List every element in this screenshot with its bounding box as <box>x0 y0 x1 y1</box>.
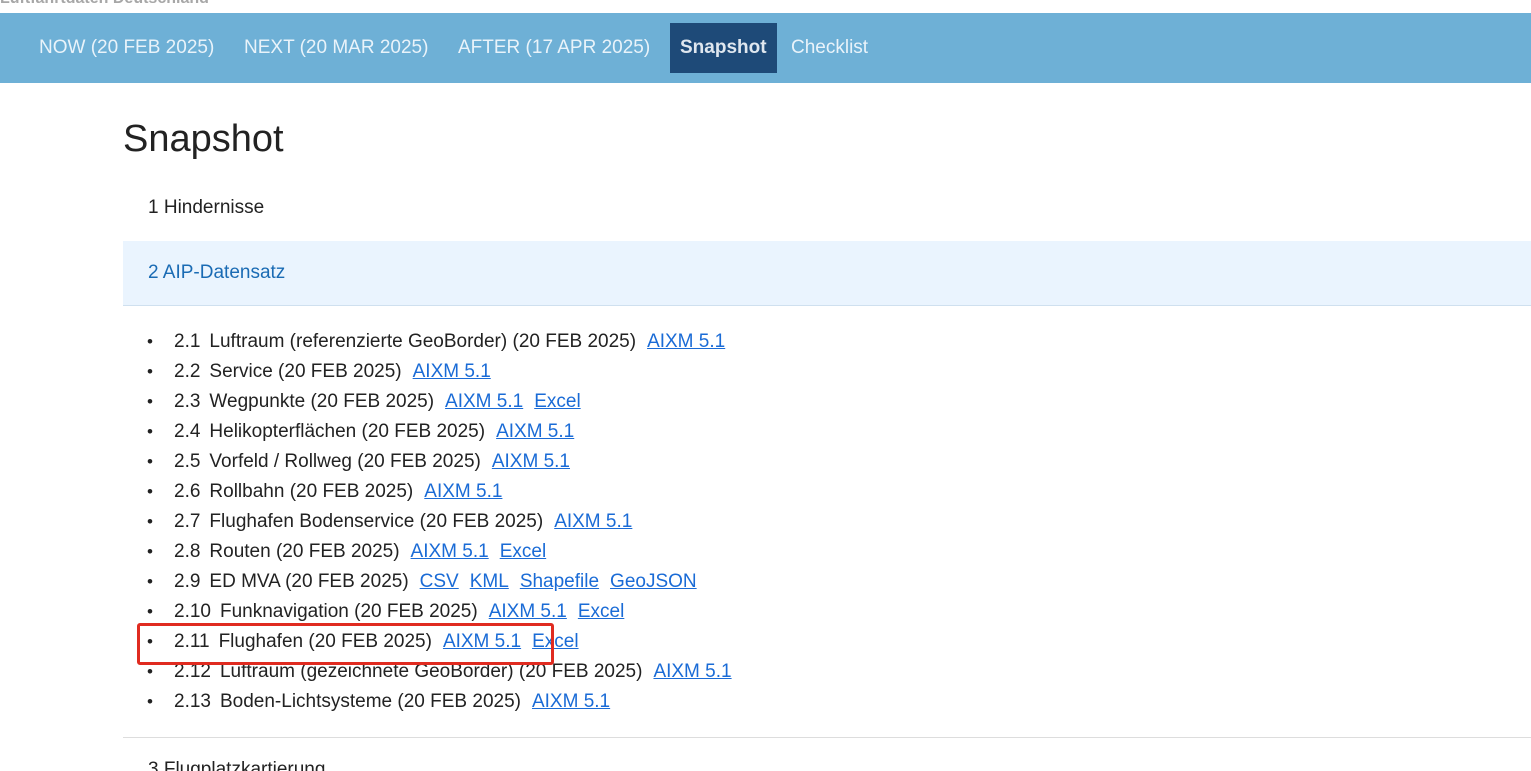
section-flugplatzkartierung[interactable]: 3 Flugplatzkartierung <box>123 737 1531 771</box>
dataset-number: 2.9 <box>174 571 201 592</box>
download-link-aixm-5-1[interactable]: AIXM 5.1 <box>443 631 521 652</box>
page-title: Snapshot <box>123 118 284 160</box>
dataset-name: Routen (20 FEB 2025) <box>209 541 400 562</box>
dataset-number: 2.12 <box>174 661 211 682</box>
dataset-item: • 2.6 Rollbahn (20 FEB 2025) AIXM 5.1 <box>123 477 732 507</box>
dataset-number: 2.6 <box>174 481 201 502</box>
bullet-icon: • <box>147 452 153 471</box>
download-link-aixm-5-1[interactable]: AIXM 5.1 <box>424 481 502 502</box>
dataset-item: • 2.3 Wegpunkte (20 FEB 2025) AIXM 5.1 Excel <box>123 387 732 417</box>
download-link-geojson[interactable]: GeoJSON <box>610 571 697 592</box>
download-link-excel[interactable]: Excel <box>500 541 546 562</box>
dataset-item: • 2.1 Luftraum (referenzierte GeoBorder) (… <box>123 327 732 357</box>
dataset-item: • 2.7 Flughafen Bodenservice (20 FEB 2025)… <box>123 507 732 537</box>
bullet-icon: • <box>147 422 153 441</box>
dataset-item: • 2.11 Flughafen (20 FEB 2025) AIXM 5.1 Exce… <box>123 627 732 657</box>
section-flugplatzkartierung-label: 3 Flugplatzkartierung <box>148 759 326 771</box>
bullet-icon: • <box>147 572 153 591</box>
dataset-number: 2.8 <box>174 541 201 562</box>
dataset-number: 2.7 <box>174 511 201 532</box>
dataset-name: ED MVA (20 FEB 2025) <box>209 571 409 592</box>
download-link-aixm-5-1[interactable]: AIXM 5.1 <box>445 391 523 412</box>
bullet-icon: • <box>147 392 153 411</box>
section-hindernisse[interactable]: 1 Hindernisse <box>123 180 1531 236</box>
download-link-aixm-5-1[interactable]: AIXM 5.1 <box>647 331 725 352</box>
dataset-item: • 2.2 Service (20 FEB 2025) AIXM 5.1 <box>123 357 732 387</box>
page: Luftfahrtdaten Deutschland NOW (20 FEB 2… <box>0 0 1531 771</box>
nav-now[interactable]: NOW (20 FEB 2025) <box>39 23 214 73</box>
dataset-number: 2.11 <box>174 631 210 652</box>
dataset-name: Helikopterflächen (20 FEB 2025) <box>209 421 486 442</box>
download-link-aixm-5-1[interactable]: AIXM 5.1 <box>496 421 574 442</box>
dataset-name: Service (20 FEB 2025) <box>209 361 402 382</box>
download-link-csv[interactable]: CSV <box>420 571 459 592</box>
dataset-item: • 2.13 Boden-Lichtsysteme (20 FEB 2025) AIX… <box>123 687 732 717</box>
dataset-number: 2.3 <box>174 391 201 412</box>
dataset-name: Wegpunkte (20 FEB 2025) <box>209 391 435 412</box>
bullet-icon: • <box>147 632 153 651</box>
bullet-icon: • <box>147 362 153 381</box>
section-aip-datensatz-label[interactable]: 2 AIP-Datensatz <box>148 262 285 284</box>
dataset-name: Luftraum (referenzierte GeoBorder) (20 F… <box>209 331 637 352</box>
bullet-icon: • <box>147 542 153 561</box>
section-hindernisse-label: 1 Hindernisse <box>148 197 265 218</box>
dataset-number: 2.1 <box>174 331 201 352</box>
nav-snapshot[interactable]: Snapshot <box>670 23 777 73</box>
section-aip-datensatz[interactable]: 2 AIP-Datensatz <box>123 241 1531 306</box>
dataset-name: Luftraum (gezeichnete GeoBorder) (20 FEB… <box>219 661 643 682</box>
download-link-aixm-5-1[interactable]: AIXM 5.1 <box>653 661 731 682</box>
bullet-icon: • <box>147 602 153 621</box>
dataset-item: • 2.4 Helikopterflächen (20 FEB 2025) AIXM … <box>123 417 732 447</box>
dataset-number: 2.10 <box>174 601 211 622</box>
download-link-kml[interactable]: KML <box>470 571 509 592</box>
download-link-excel[interactable]: Excel <box>532 631 578 652</box>
dataset-number: 2.2 <box>174 361 201 382</box>
dataset-list: • 2.1 Luftraum (referenzierte GeoBorder) (… <box>123 327 732 717</box>
dataset-name: Flughafen Bodenservice (20 FEB 2025) <box>209 511 544 532</box>
dataset-name: Funknavigation (20 FEB 2025) <box>219 601 478 622</box>
download-link-excel[interactable]: Excel <box>534 391 580 412</box>
bullet-icon: • <box>147 692 153 711</box>
nav-next[interactable]: NEXT (20 MAR 2025) <box>244 23 428 73</box>
bullet-icon: • <box>147 662 153 681</box>
dataset-number: 2.4 <box>174 421 201 442</box>
download-link-aixm-5-1[interactable]: AIXM 5.1 <box>492 451 570 472</box>
dataset-item: • 2.8 Routen (20 FEB 2025) AIXM 5.1 Excel <box>123 537 732 567</box>
dataset-name: Vorfeld / Rollweg (20 FEB 2025) <box>209 451 481 472</box>
site-title[interactable]: Luftfahrtdaten Deutschland <box>0 0 209 8</box>
download-link-aixm-5-1[interactable]: AIXM 5.1 <box>532 691 610 712</box>
download-link-aixm-5-1[interactable]: AIXM 5.1 <box>554 511 632 532</box>
bullet-icon: • <box>147 482 153 501</box>
download-link-aixm-5-1[interactable]: AIXM 5.1 <box>413 361 491 382</box>
nav-after[interactable]: AFTER (17 APR 2025) <box>458 23 650 73</box>
dataset-number: 2.5 <box>174 451 201 472</box>
nav-checklist[interactable]: Checklist <box>791 23 868 73</box>
download-link-aixm-5-1[interactable]: AIXM 5.1 <box>489 601 567 622</box>
dataset-name: Rollbahn (20 FEB 2025) <box>209 481 414 502</box>
dataset-number: 2.13 <box>174 691 211 712</box>
bullet-icon: • <box>147 512 153 531</box>
top-navbar: NOW (20 FEB 2025) NEXT (20 MAR 2025) AFT… <box>0 13 1531 83</box>
dataset-item: • 2.9 ED MVA (20 FEB 2025) CSV KML Shapefile G… <box>123 567 732 597</box>
download-link-aixm-5-1[interactable]: AIXM 5.1 <box>411 541 489 562</box>
bullet-icon: • <box>147 332 153 351</box>
dataset-item: • 2.12 Luftraum (gezeichnete GeoBorder) (2… <box>123 657 732 687</box>
dataset-item: • 2.5 Vorfeld / Rollweg (20 FEB 2025) AIXM … <box>123 447 732 477</box>
dataset-item: • 2.10 Funknavigation (20 FEB 2025) AIXM 5.… <box>123 597 732 627</box>
dataset-name: Flughafen (20 FEB 2025) <box>218 631 432 652</box>
download-link-shapefile[interactable]: Shapefile <box>520 571 599 592</box>
download-link-excel[interactable]: Excel <box>578 601 624 622</box>
dataset-name: Boden-Lichtsysteme (20 FEB 2025) <box>219 691 521 712</box>
